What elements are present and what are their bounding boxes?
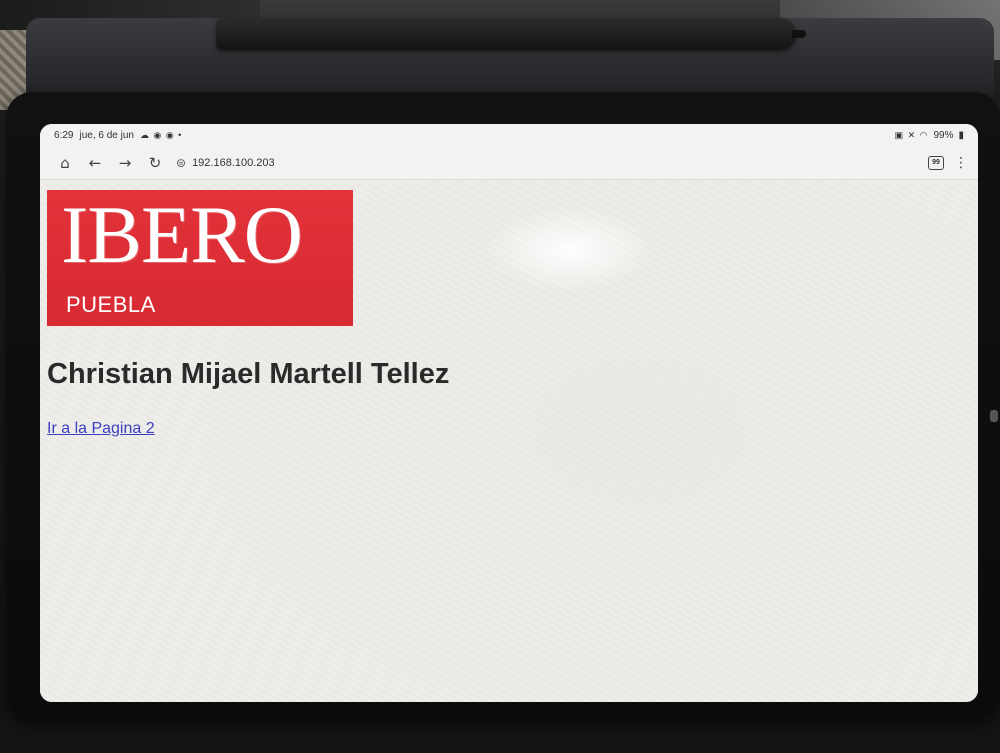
tablet-side-button (990, 410, 998, 422)
page-heading: Christian Mijael Martell Tellez (47, 358, 450, 390)
arrow-right-icon[interactable]: → (110, 149, 140, 177)
tab-switcher-button[interactable]: 99 (928, 155, 944, 170)
notification-icons: ☁ ◉ ◉ • (139, 129, 183, 140)
photo-scene: 6:29 jue, 6 de jun ☁ ◉ ◉ • ▣ ✕ ◠ 99% ▮ ⌂… (0, 0, 1000, 753)
battery-level: 99% (933, 129, 954, 141)
page-2-link[interactable]: Ir a la Pagina 2 (47, 420, 155, 438)
ibero-logo: IBERO PUEBLA (47, 190, 353, 326)
url-text[interactable]: 192.168.100.203 (192, 157, 275, 169)
arrow-left-icon[interactable]: ← (80, 149, 110, 177)
status-time: 6:29 (54, 129, 74, 141)
stylus-pen (216, 18, 806, 50)
logo-sub-text: PUEBLA (66, 292, 156, 317)
status-bar: 6:29 jue, 6 de jun ☁ ◉ ◉ • ▣ ✕ ◠ 99% ▮ (40, 124, 978, 146)
battery-icon: ▮ (958, 129, 964, 141)
logo-main-text: IBERO (61, 190, 303, 280)
status-date: jue, 6 de jun (79, 129, 134, 141)
browser-toolbar: ⌂ ← → ↻ ⊜ 192.168.100.203 99 ⋮ (40, 146, 978, 180)
address-bar[interactable]: ⊜ 192.168.100.203 (176, 156, 275, 170)
stylus-tip (792, 30, 806, 38)
site-info-icon[interactable]: ⊜ (176, 156, 186, 170)
home-icon[interactable]: ⌂ (50, 149, 80, 177)
menu-dots-icon[interactable]: ⋮ (954, 155, 968, 171)
tablet-screen: 6:29 jue, 6 de jun ☁ ◉ ◉ • ▣ ✕ ◠ 99% ▮ ⌂… (40, 124, 978, 702)
connectivity-icons: ▣ ✕ ◠ (894, 129, 929, 140)
web-page-content: IBERO PUEBLA Christian Mijael Martell Te… (40, 180, 978, 702)
reload-icon[interactable]: ↻ (140, 149, 170, 177)
